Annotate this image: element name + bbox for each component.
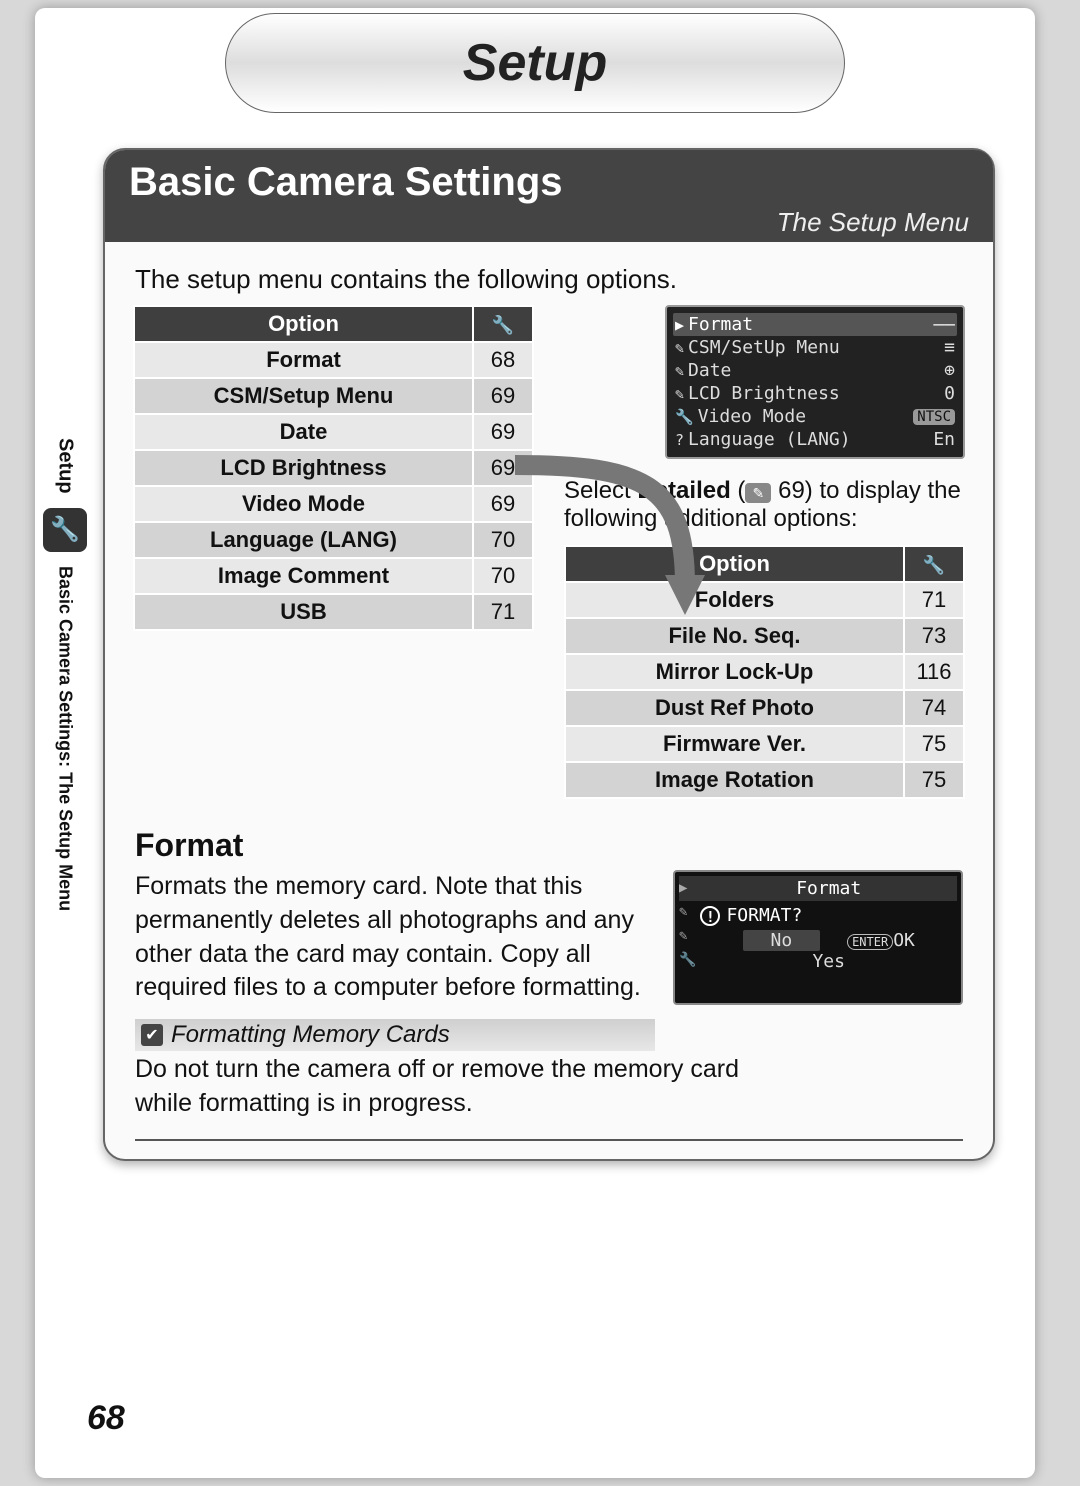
opt: Date xyxy=(134,414,473,450)
lcd-row-label: Format xyxy=(688,314,753,335)
lcd-row-value: 0 xyxy=(944,383,955,404)
pg: 68 xyxy=(473,342,533,378)
opt: File No. Seq. xyxy=(565,618,904,654)
lcd-row: ?Language (LANG) En xyxy=(673,428,957,451)
lcd-row-label: Video Mode xyxy=(698,406,806,427)
lcd-title: Format xyxy=(679,876,957,901)
side-label-bottom: Basic Camera Settings: The Setup Menu xyxy=(55,566,76,911)
detail-caption: Select Detailed (✎ 69) to display the fo… xyxy=(564,477,965,533)
lcd-row-value: NTSC xyxy=(913,409,955,425)
lcd-row: ✎Date ⊕ xyxy=(673,359,957,382)
lcd-prompt: FORMAT? xyxy=(726,905,802,926)
pg: 70 xyxy=(473,558,533,594)
lcd-row: ▶Format –– xyxy=(673,313,957,336)
th-option: Option xyxy=(134,306,473,342)
pg: 74 xyxy=(904,690,964,726)
lcd-row-label: CSM/SetUp Menu xyxy=(688,337,840,358)
page-ref-icon: ✎ xyxy=(745,483,771,503)
lcd-row-icon: 🔧 xyxy=(675,408,694,426)
opt: Image Comment xyxy=(134,558,473,594)
pg: 73 xyxy=(904,618,964,654)
check-icon: ✔ xyxy=(141,1024,163,1046)
manual-page: Setup Basic Camera Settings The Setup Me… xyxy=(35,8,1035,1478)
opt: Mirror Lock-Up xyxy=(565,654,904,690)
pg: 75 xyxy=(904,762,964,798)
warning-icon: ! xyxy=(700,906,720,926)
pg: 71 xyxy=(473,594,533,630)
options-table-2: Option Folders71 File No. Seq.73 Mirror … xyxy=(564,545,965,799)
content-panel: Basic Camera Settings The Setup Menu The… xyxy=(103,148,995,1161)
opt: Image Rotation xyxy=(565,762,904,798)
panel-title: Basic Camera Settings xyxy=(129,160,969,205)
lcd-setup-menu: ▶Format–– ✎CSM/SetUp Menu≡ ✎Date⊕ ✎LCD B… xyxy=(665,305,965,459)
options-table-1: Option Format68 CSM/Setup Menu69 Date69 … xyxy=(133,305,534,631)
pg: 69 xyxy=(473,486,533,522)
opt: Format xyxy=(134,342,473,378)
pg: 75 xyxy=(904,726,964,762)
lcd-option-yes: Yes xyxy=(679,951,957,972)
lcd-row-label: Date xyxy=(688,360,731,381)
opt: Video Mode xyxy=(134,486,473,522)
chapter-title: Setup xyxy=(463,33,607,93)
th-page-icon xyxy=(904,546,964,582)
side-label-top: Setup xyxy=(54,438,77,494)
tip-title: Formatting Memory Cards xyxy=(171,1021,450,1049)
opt: USB xyxy=(134,594,473,630)
opt: CSM/Setup Menu xyxy=(134,378,473,414)
lcd-format-dialog: ▶✎✎🔧 Format !FORMAT? No ENTEROK Yes xyxy=(673,870,963,1005)
lcd-row-value: En xyxy=(933,429,955,450)
intro-text: The setup menu contains the following op… xyxy=(135,264,963,295)
page-number: 68 xyxy=(87,1399,125,1438)
lcd-row-icon: ✎ xyxy=(675,385,684,403)
lcd-option-no: No xyxy=(743,930,821,951)
opt: Folders xyxy=(565,582,904,618)
pg: 71 xyxy=(904,582,964,618)
lcd-row-icon: ✎ xyxy=(675,362,684,380)
wrench-icon xyxy=(923,551,945,576)
left-col: Option Format68 CSM/Setup Menu69 Date69 … xyxy=(133,305,534,799)
lcd-row-value: ⊕ xyxy=(944,360,955,381)
setup-icon: 🔧 xyxy=(43,508,87,552)
format-heading: Format xyxy=(135,827,963,864)
tip-header: ✔ Formatting Memory Cards xyxy=(135,1019,655,1051)
two-columns: Option Format68 CSM/Setup Menu69 Date69 … xyxy=(133,305,965,799)
th-option: Option xyxy=(565,546,904,582)
lcd-row: ✎CSM/SetUp Menu ≡ xyxy=(673,336,957,359)
format-text: Formats the memory card. Note that this … xyxy=(135,870,653,1005)
panel-subtitle: The Setup Menu xyxy=(777,207,969,238)
format-body: Formats the memory card. Note that this … xyxy=(135,870,963,1005)
wrench-icon xyxy=(492,311,514,336)
lcd-row-icon: ▶ xyxy=(675,316,684,334)
tip-text: Do not turn the camera off or remove the… xyxy=(135,1053,755,1121)
pg: 116 xyxy=(904,654,964,690)
opt: Dust Ref Photo xyxy=(565,690,904,726)
pg: 69 xyxy=(473,450,533,486)
right-col: ▶Format–– ✎CSM/SetUp Menu≡ ✎Date⊕ ✎LCD B… xyxy=(564,305,965,799)
opt: Language (LANG) xyxy=(134,522,473,558)
panel-header: Basic Camera Settings The Setup Menu xyxy=(105,150,993,242)
lcd-row-label: Language (LANG) xyxy=(688,429,851,450)
lcd-row-value: ≡ xyxy=(944,337,955,358)
chapter-tab: Setup xyxy=(225,13,845,113)
section-separator xyxy=(135,1139,963,1141)
lcd-row-icon: ✎ xyxy=(675,339,684,357)
enter-badge: ENTER xyxy=(847,934,893,950)
opt: Firmware Ver. xyxy=(565,726,904,762)
lcd-row-label: LCD Brightness xyxy=(688,383,840,404)
lcd-row-value: –– xyxy=(933,314,955,335)
pg: 69 xyxy=(473,378,533,414)
lcd-row: 🔧Video Mode NTSC xyxy=(673,405,957,428)
lcd-row: ✎LCD Brightness 0 xyxy=(673,382,957,405)
th-page-icon xyxy=(473,306,533,342)
pg: 70 xyxy=(473,522,533,558)
pg: 69 xyxy=(473,414,533,450)
side-tab: Setup 🔧 Basic Camera Settings: The Setup… xyxy=(35,438,95,911)
lcd-row-icon: ? xyxy=(675,431,684,449)
opt: LCD Brightness xyxy=(134,450,473,486)
